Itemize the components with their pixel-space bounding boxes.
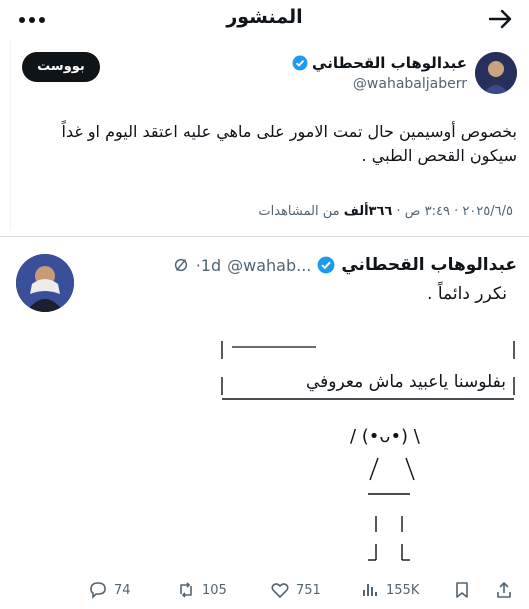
more-dots-icon[interactable] <box>18 16 46 24</box>
author-handle[interactable]: @wahabaljaberr <box>353 76 467 92</box>
author-row: عبدالوهاب القحطاني @wahab... ·1d <box>172 252 517 278</box>
post-meta: ٢٠٢٥/٦/٥ · ٣:٤٩ ص · ٣٦٦ألف من المشاهدات <box>258 204 513 219</box>
verified-badge-icon <box>317 256 335 274</box>
post-text: نكرر دائماً . <box>427 284 507 304</box>
like-count: 751 <box>296 582 321 598</box>
author-handle[interactable]: @wahab... <box>227 256 311 275</box>
share-button[interactable] <box>494 580 514 600</box>
like-button[interactable]: 751 <box>270 580 321 600</box>
action-bar: 74 105 751 155K <box>0 578 529 606</box>
repost-count: 105 <box>202 582 227 598</box>
views-button[interactable]: 155K <box>360 580 419 600</box>
divider <box>0 236 529 237</box>
verified-badge-icon <box>292 55 308 71</box>
author-avatar[interactable] <box>475 52 517 94</box>
author-name[interactable]: عبدالوهاب القحطاني <box>341 255 517 275</box>
reply-button[interactable]: 74 <box>88 580 131 600</box>
repost-indicator-icon <box>174 258 187 272</box>
bookmark-icon <box>456 582 468 598</box>
post-date: ٢٠٢٥/٦/٥ · ٣:٤٩ ص · <box>392 204 513 219</box>
author-avatar[interactable] <box>16 254 74 312</box>
heart-icon <box>271 583 289 599</box>
share-icon <box>497 582 511 598</box>
author-name[interactable]: عبدالوهاب القحطاني <box>312 54 467 72</box>
repost-icon <box>180 582 192 598</box>
views-count: 155K <box>386 582 420 598</box>
post-time: ·1d <box>195 255 222 275</box>
repost-button[interactable]: 105 <box>176 580 227 600</box>
reply-icon <box>90 582 106 599</box>
reply-count: 74 <box>114 582 131 598</box>
thread-line <box>10 40 11 230</box>
views-count: ٣٦٦ألف <box>343 204 393 219</box>
avatar-photo-icon <box>16 254 74 312</box>
top-header: المنشور <box>0 0 529 38</box>
views-label: من المشاهدات <box>258 204 344 219</box>
boost-button[interactable]: بووست <box>22 52 100 82</box>
views-chart-icon <box>363 584 377 596</box>
sign-text: بفلوسنا ياعبيد ماش معروفي <box>306 372 506 392</box>
ascii-face: / (•ᴗ•) \ <box>350 426 421 447</box>
avatar-photo-icon <box>475 52 517 94</box>
bookmark-button[interactable] <box>452 580 472 600</box>
post-text: بخصوص أوسيمين حال تمت الامور على ماهي عل… <box>61 122 517 165</box>
author-name-row[interactable]: عبدالوهاب القحطاني <box>292 54 467 72</box>
ascii-figure: / (•ᴗ•) \ <box>350 426 421 561</box>
page-title: المنشور <box>226 6 303 28</box>
